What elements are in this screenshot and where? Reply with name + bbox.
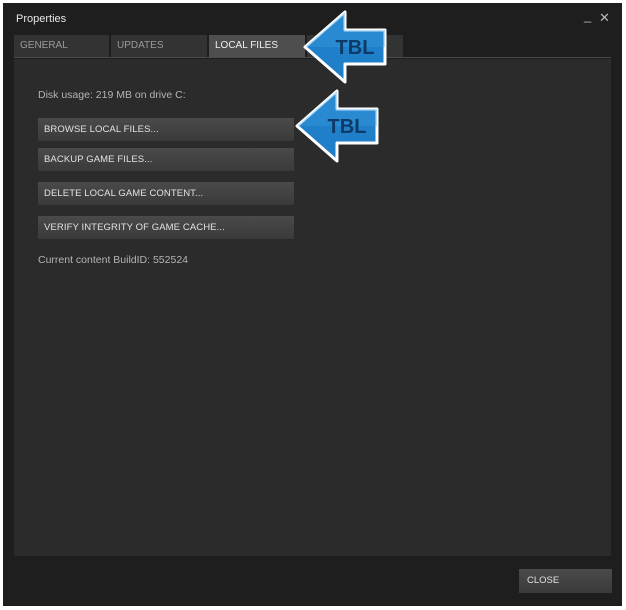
backup-game-files-button[interactable]: BACKUP GAME FILES...	[38, 148, 294, 171]
close-icon[interactable]: ✕	[599, 11, 610, 25]
annotation-arrow-tab: TBL	[303, 10, 387, 84]
browse-local-files-button[interactable]: BROWSE LOCAL FILES...	[38, 118, 294, 141]
close-button[interactable]: CLOSE	[519, 569, 612, 593]
build-id-text: Current content BuildID: 552524	[38, 254, 189, 266]
arrow-label: TBL	[328, 116, 367, 138]
tab-local-files[interactable]: LOCAL FILES	[209, 35, 305, 57]
verify-integrity-button[interactable]: VERIFY INTEGRITY OF GAME CACHE...	[38, 216, 294, 239]
delete-local-content-button[interactable]: DELETE LOCAL GAME CONTENT...	[38, 182, 294, 205]
tab-updates[interactable]: UPDATES	[111, 35, 207, 57]
minimize-icon[interactable]: _	[584, 9, 591, 23]
arrow-label: TBL	[336, 37, 375, 59]
window-title: Properties	[16, 13, 67, 25]
disk-usage-text: Disk usage: 219 MB on drive C:	[38, 89, 186, 101]
tab-general[interactable]: GENERAL	[14, 35, 109, 57]
annotation-arrow-browse: TBL	[295, 89, 379, 163]
